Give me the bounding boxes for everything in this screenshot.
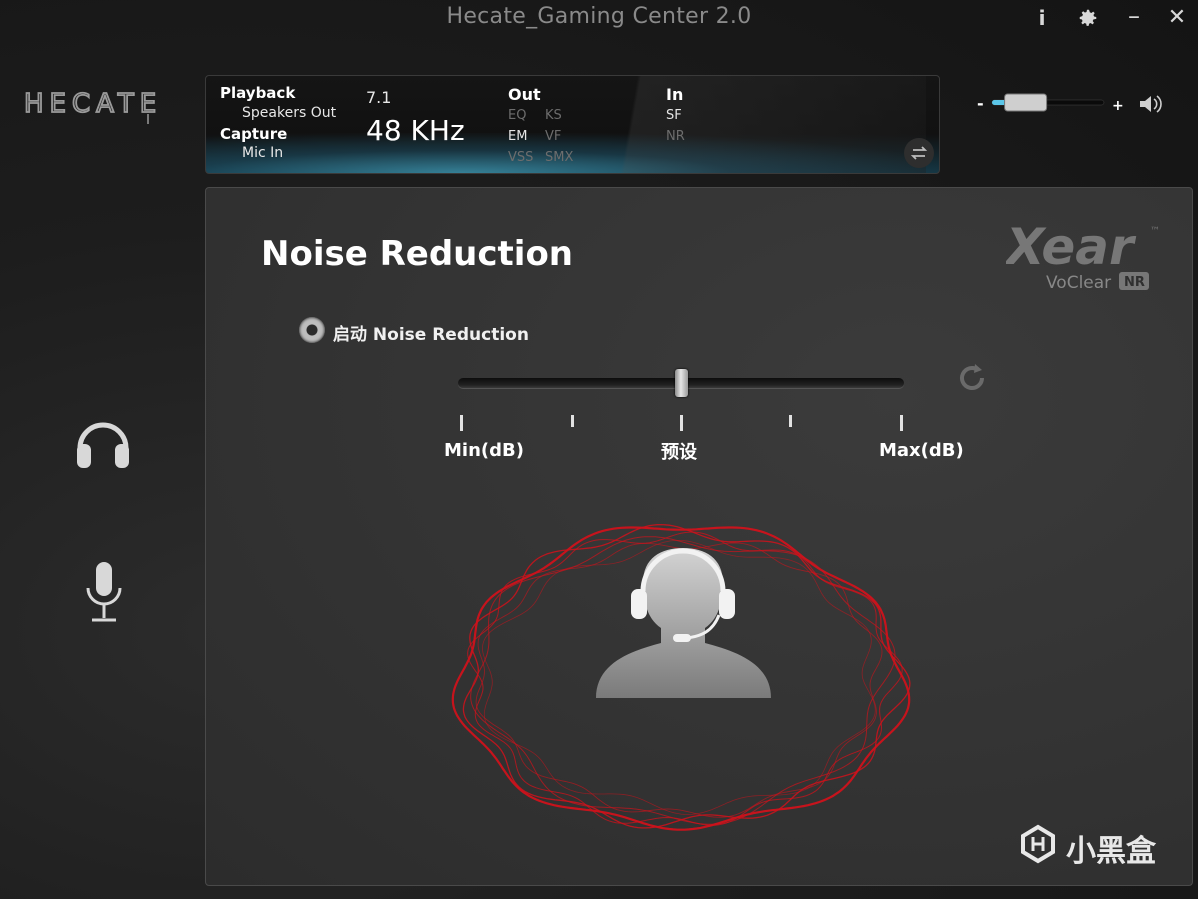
master-volume-slider[interactable]: - + [976, 92, 1171, 114]
channels-value: 7.1 [366, 88, 392, 107]
microphone-icon[interactable] [82, 560, 126, 626]
status-panel: Playback Speakers Out Capture Mic In 7.1… [205, 75, 940, 174]
radio-button[interactable] [299, 317, 325, 343]
noise-reduction-slider-thumb[interactable] [675, 369, 688, 397]
main-panel: Noise Reduction Xear ™ VoClear NR 启动 Noi… [205, 187, 1193, 886]
minimize-button[interactable]: – [1119, 2, 1149, 30]
settings-button[interactable] [1073, 4, 1103, 32]
slider-tick [680, 415, 683, 431]
slider-tick [460, 415, 463, 431]
watermark: 小黑盒 [1018, 822, 1168, 869]
close-button[interactable]: ✕ [1162, 4, 1192, 32]
svg-text:NR: NR [1124, 275, 1145, 290]
svg-text:Xear: Xear [1006, 218, 1137, 276]
out-em: EM [508, 129, 528, 144]
svg-text:™: ™ [1150, 226, 1160, 237]
capture-device: Mic In [242, 145, 284, 161]
slider-tick [900, 415, 903, 431]
in-label: In [666, 85, 684, 104]
xear-logo: Xear ™ VoClear NR [1006, 218, 1160, 293]
swap-button[interactable] [904, 138, 934, 168]
playback-label: Playback [220, 84, 296, 102]
window-title: Hecate_Gaming Center 2.0 [446, 4, 752, 29]
gear-icon [1079, 9, 1097, 26]
out-smx: SMX [545, 150, 574, 165]
reset-icon[interactable] [954, 360, 990, 396]
swap-arrows-icon [910, 146, 928, 160]
info-icon[interactable]: i [1027, 4, 1057, 32]
in-sf: SF [666, 108, 682, 123]
in-nr: NR [666, 129, 685, 144]
out-eq: EQ [508, 108, 527, 123]
watermark-text: 小黑盒 [1066, 834, 1156, 869]
out-ks: KS [545, 108, 562, 123]
slider-min-label: Min(dB) [444, 440, 524, 461]
volume-thumb [1004, 93, 1048, 112]
sample-rate-value: 48 KHz [366, 114, 465, 147]
watermark-logo [1021, 824, 1055, 864]
user-headset-icon [596, 548, 771, 698]
out-vss: VSS [508, 150, 534, 165]
out-label: Out [508, 85, 541, 104]
playback-device: Speakers Out [242, 105, 337, 121]
toggle-label: 启动 Noise Reduction [333, 325, 529, 345]
svg-text:HECATE: HECATE [24, 89, 162, 119]
speaker-icon [1140, 95, 1162, 113]
volume-plus: + [1112, 98, 1124, 114]
capture-label: Capture [220, 125, 288, 143]
volume-minus: - [977, 94, 984, 113]
out-vf: VF [545, 129, 562, 144]
slider-max-label: Max(dB) [879, 440, 964, 461]
slider-preset-label: 预设 [661, 442, 697, 463]
svg-text:VoClear: VoClear [1046, 273, 1111, 293]
slider-tick [789, 415, 792, 427]
headphone-icon[interactable] [72, 410, 134, 472]
page-title: Noise Reduction [261, 234, 574, 274]
slider-tick [571, 415, 574, 427]
hecate-logo: HECATE [23, 88, 162, 124]
